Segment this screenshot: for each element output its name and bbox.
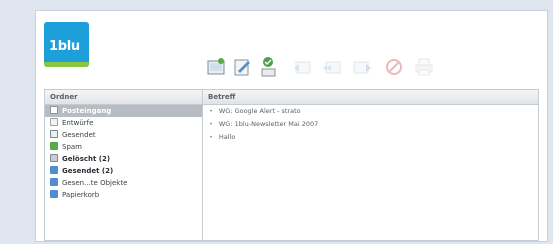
- inbox-icon: [50, 106, 58, 114]
- folder-item-inbox[interactable]: Posteingang: [45, 105, 202, 117]
- subject-column-header[interactable]: Betreff: [203, 90, 538, 105]
- sent-icon: [50, 130, 58, 138]
- folder-item-drafts[interactable]: Entwürfe: [45, 117, 202, 129]
- mail-panel: Ordner Posteingang Entwürfe Gesendet Spa…: [44, 89, 539, 241]
- trash-icon: [50, 190, 58, 198]
- list-item[interactable]: • WG: Google Alert - strato: [203, 105, 538, 118]
- reply-icon[interactable]: [292, 56, 312, 78]
- message-subject: Hallo: [218, 133, 236, 141]
- compose-icon[interactable]: [232, 56, 252, 78]
- fetch-mail-icon[interactable]: [259, 56, 279, 78]
- folder-item-sent[interactable]: Gesendet: [45, 129, 202, 141]
- folder-label: Gesendet: [62, 131, 96, 139]
- sent-items-icon: [50, 178, 58, 186]
- folder-label: Gesendet (2): [62, 167, 114, 175]
- folder-label: Gelöscht (2): [62, 155, 111, 163]
- list-item[interactable]: • WG: 1blu-Newsletter Mai 2007: [203, 118, 538, 131]
- webmail-window: 1blu Ordner Posteingang Entwürfe Gesende…: [35, 10, 548, 242]
- folder-label: Entwürfe: [62, 119, 94, 127]
- sent-folder-icon: [50, 166, 58, 174]
- folder-item-sent-2[interactable]: Gesendet (2): [45, 165, 202, 177]
- folder-label: Posteingang: [62, 107, 112, 115]
- print-icon[interactable]: [414, 56, 434, 78]
- bullet-icon: •: [209, 133, 213, 141]
- list-item[interactable]: • Hallo: [203, 131, 538, 144]
- forward-icon[interactable]: [352, 56, 372, 78]
- reply-all-icon[interactable]: [322, 56, 342, 78]
- logo-stripe: [44, 62, 89, 67]
- delete-icon[interactable]: [384, 56, 404, 78]
- folder-item-spam[interactable]: Spam: [45, 141, 202, 153]
- spam-icon: [50, 142, 58, 150]
- new-mail-icon[interactable]: [206, 56, 226, 78]
- bullet-icon: •: [209, 120, 213, 128]
- folder-item-sent-items[interactable]: Gesen...te Objekte: [45, 177, 202, 189]
- brand-logo[interactable]: 1blu: [44, 22, 89, 67]
- folder-label: Gesen...te Objekte: [62, 179, 128, 187]
- folder-pane: Ordner Posteingang Entwürfe Gesendet Spa…: [45, 90, 203, 240]
- folder-label: Spam: [62, 143, 82, 151]
- folder-item-trash[interactable]: Papierkorb: [45, 189, 202, 201]
- folder-label: Papierkorb: [62, 191, 100, 199]
- message-list: Betreff • WG: Google Alert - strato • WG: …: [203, 90, 538, 240]
- bullet-icon: •: [209, 107, 213, 115]
- deleted-icon: [50, 154, 58, 162]
- folder-item-deleted[interactable]: Gelöscht (2): [45, 153, 202, 165]
- message-subject: WG: 1blu-Newsletter Mai 2007: [218, 120, 319, 128]
- folder-header: Ordner: [45, 90, 202, 105]
- message-subject: WG: Google Alert - strato: [218, 107, 301, 115]
- drafts-icon: [50, 118, 58, 126]
- logo-text: 1blu: [49, 39, 80, 54]
